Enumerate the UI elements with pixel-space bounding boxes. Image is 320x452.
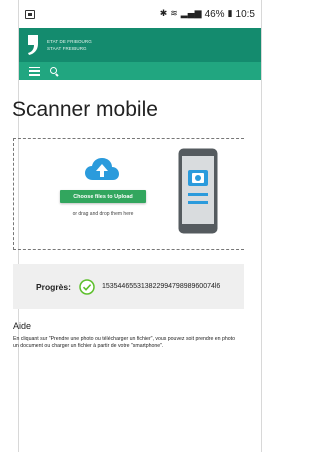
brand-line-2: STAAT FREIBURG <box>47 46 87 51</box>
smartphone-illustration <box>178 148 218 234</box>
drag-drop-hint: or drag and drop them here <box>72 211 134 217</box>
brand-line-1: ETAT DE FRIBOURG <box>47 39 92 44</box>
help-title: Aide <box>13 321 32 331</box>
upload-column: Choose files to Upload or drag and drop … <box>14 139 174 249</box>
clock: 10:5 <box>235 8 255 20</box>
upload-dropzone[interactable]: Choose files to Upload or drag and drop … <box>13 138 244 250</box>
nav-bar <box>19 62 261 80</box>
menu-icon[interactable] <box>29 66 40 76</box>
search-icon[interactable] <box>50 66 59 76</box>
progress-panel: Progrès: 15354465531382299479898960074l6 <box>13 264 244 309</box>
progress-value: 15354465531382299479898960074l6 <box>101 283 221 290</box>
help-text: En cliquant sur "Prendre une photo ou té… <box>13 336 235 350</box>
battery-percent: 46% <box>204 8 225 20</box>
fribourg-logo[interactable] <box>27 34 39 56</box>
brand-header: ETAT DE FRIBOURG STAAT FREIBURG <box>19 28 261 62</box>
status-right: ✱ ≋ ▂▄▆ 46% ▮ 10:5 <box>160 9 255 20</box>
choose-files-button[interactable]: Choose files to Upload <box>60 190 146 203</box>
brand-names: ETAT DE FRIBOURG STAAT FREIBURG <box>47 38 92 52</box>
check-circle-icon <box>79 278 95 295</box>
wifi-icon: ≋ <box>170 9 178 19</box>
gallery-icon <box>25 9 35 19</box>
bluetooth-icon: ✱ <box>159 9 168 19</box>
battery-icon: ▮ <box>227 9 233 19</box>
signal-icon: ▂▄▆ <box>180 9 202 19</box>
progress-label: Progrès: <box>36 281 71 292</box>
status-bar: ✱ ≋ ▂▄▆ 46% ▮ 10:5 <box>19 0 261 28</box>
page-title: Scanner mobile <box>12 98 158 121</box>
cloud-upload-icon <box>85 158 119 180</box>
